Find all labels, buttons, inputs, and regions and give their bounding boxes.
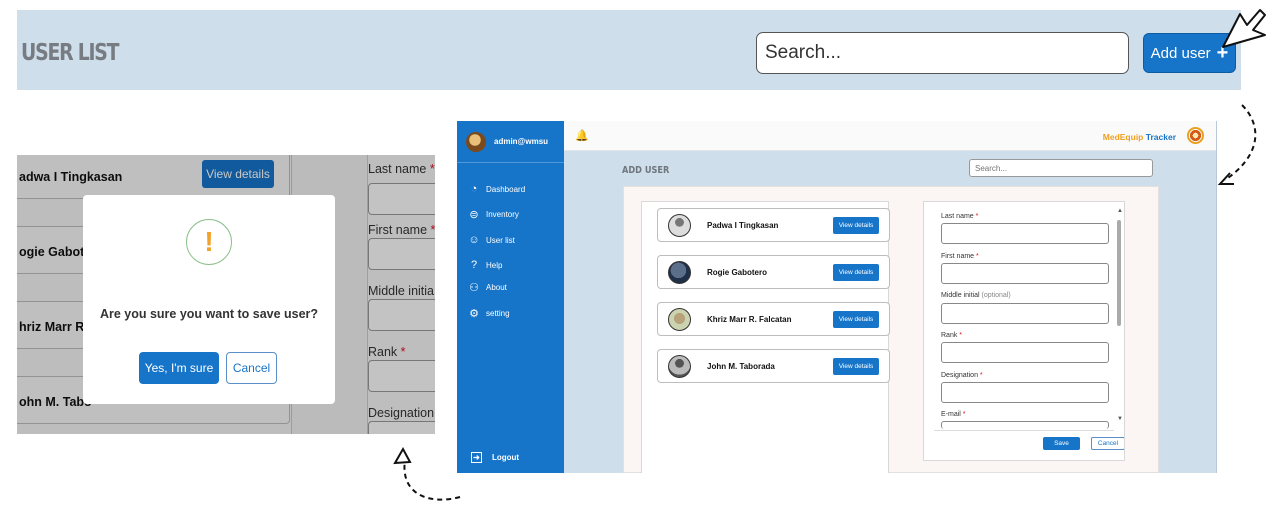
logo [1187, 127, 1204, 144]
confirmation-dialog-screenshot: adwa I Tingkasan View details ogie Gabot… [17, 155, 435, 434]
search-input[interactable] [969, 159, 1153, 177]
logout-label: Logout [492, 453, 520, 462]
add-user-app-screenshot: admin@wmsu ◔ Dashboard ⊜ Inventory ☺ Use… [457, 121, 1217, 473]
first-name-field[interactable] [941, 263, 1109, 284]
main-content: ADD USER Padwa I Tingkasan View details … [564, 151, 1216, 473]
view-details-button[interactable]: View details [833, 311, 879, 328]
modal-message: Are you sure you want to save user? [99, 307, 319, 321]
required-marker: * [959, 332, 963, 339]
user-name: Khriz Marr R. Falcatan [707, 315, 792, 324]
label-text: Last name [941, 213, 974, 220]
sidebar-item-label: About [486, 282, 507, 292]
designation-field[interactable] [941, 382, 1109, 403]
pie-chart-icon: ◔ [470, 183, 478, 195]
cancel-button[interactable]: Cancel [1091, 437, 1124, 450]
required-marker: * [975, 213, 979, 220]
user-list-panel: Padwa I Tingkasan View details Rogie Gab… [641, 201, 890, 473]
user-list-banner: USER LIST Add user + [17, 10, 1241, 90]
logout-icon: ➜ [471, 452, 482, 463]
add-user-form: Last name * First name * Middle initial … [923, 201, 1125, 461]
sidebar-item-setting[interactable]: ⚙ setting [468, 307, 510, 320]
brand-part2: Tracker [1145, 132, 1176, 142]
avatar [668, 261, 691, 284]
optional-marker: (optional) [981, 292, 1011, 299]
confirm-button[interactable]: Yes, I'm sure [139, 352, 219, 384]
brand-part1: MedEquip [1102, 132, 1144, 142]
last-name-field[interactable] [941, 223, 1109, 244]
add-user-card: Padwa I Tingkasan View details Rogie Gab… [623, 186, 1159, 473]
sidebar-item-label: Inventory [486, 209, 519, 219]
designation-label: Designation * [941, 372, 983, 379]
label-text: Rank [941, 332, 958, 339]
username: admin@wmsu [494, 137, 549, 146]
user-name: John M. Taborada [707, 362, 775, 371]
avatar [466, 131, 486, 152]
save-button[interactable]: Save [1043, 437, 1080, 450]
email-label: E-mail * [941, 411, 966, 418]
first-name-label: First name * [941, 253, 979, 260]
sidebar-user[interactable]: admin@wmsu [457, 121, 564, 163]
list-item: Rogie Gabotero View details [657, 255, 890, 289]
people-icon: ⚇ [469, 281, 479, 294]
sidebar-item-about[interactable]: ⚇ About [468, 281, 507, 294]
inventory-icon: ⊜ [469, 208, 479, 221]
app-header: 🔔 MedEquip Tracker [564, 121, 1216, 151]
middle-initial-field[interactable] [941, 303, 1109, 324]
label-text: Middle initial [941, 292, 980, 299]
required-marker: * [962, 411, 966, 418]
label-text: E-mail [941, 411, 961, 418]
page-title: ADD USER [622, 165, 670, 176]
sidebar-item-help[interactable]: ? Help [468, 259, 503, 271]
label-text: Designation [941, 372, 978, 379]
email-field[interactable] [941, 421, 1109, 429]
view-details-button[interactable]: View details [833, 217, 879, 234]
sidebar-item-user-list[interactable]: ☺ User list [468, 234, 515, 246]
plus-icon: + [1216, 41, 1229, 64]
rank-field[interactable] [941, 342, 1109, 363]
user-icon: ☺ [468, 234, 480, 246]
sidebar-item-label: setting [486, 308, 510, 318]
user-name: Rogie Gabotero [707, 268, 768, 277]
user-name: Padwa I Tingkasan [707, 221, 779, 230]
avatar [668, 355, 691, 378]
view-details-button[interactable]: View details [833, 264, 879, 281]
gear-icon: ⚙ [469, 307, 479, 320]
scroll-thumb[interactable] [1117, 220, 1121, 326]
required-marker: * [976, 253, 979, 260]
exclamation-icon: ! [186, 219, 232, 265]
label-text: First name [941, 253, 975, 260]
form-scrollbar[interactable]: ▲ ▼ [1117, 208, 1123, 426]
form-divider [934, 430, 1114, 431]
bell-icon[interactable]: 🔔 [575, 129, 589, 142]
logout-button[interactable]: ➜ Logout [471, 452, 519, 463]
avatar [668, 308, 691, 331]
confirm-save-modal: ! Are you sure you want to save user? Ye… [83, 195, 335, 404]
sidebar-item-label: User list [486, 235, 515, 245]
sidebar-item-dashboard[interactable]: ◔ Dashboard [468, 183, 525, 195]
rank-label: Rank * [941, 332, 962, 339]
middle-initial-label: Middle initial (optional) [941, 292, 1011, 299]
scroll-up-icon[interactable]: ▲ [1117, 208, 1123, 214]
required-marker: * [979, 372, 983, 379]
list-item: Khriz Marr R. Falcatan View details [657, 302, 890, 336]
search-input[interactable] [756, 32, 1129, 74]
view-details-button[interactable]: View details [833, 358, 879, 375]
sidebar-item-inventory[interactable]: ⊜ Inventory [468, 208, 519, 221]
list-item: John M. Taborada View details [657, 349, 890, 383]
flow-arrow-down [1217, 104, 1257, 185]
brand-name: MedEquip Tracker [1103, 132, 1176, 142]
sidebar-item-label: Dashboard [486, 184, 526, 194]
add-user-button[interactable]: Add user + [1143, 33, 1236, 73]
sidebar-item-label: Help [486, 260, 503, 270]
help-icon: ? [470, 259, 478, 271]
page-title: USER LIST [21, 40, 120, 66]
avatar [668, 214, 691, 237]
sidebar: admin@wmsu ◔ Dashboard ⊜ Inventory ☺ Use… [457, 121, 564, 473]
cancel-button[interactable]: Cancel [226, 352, 277, 384]
flow-arrow-left [393, 446, 461, 501]
last-name-label: Last name * [941, 213, 978, 220]
scroll-down-icon[interactable]: ▼ [1117, 416, 1123, 422]
list-item: Padwa I Tingkasan View details [657, 208, 890, 242]
add-user-label: Add user [1150, 44, 1211, 62]
